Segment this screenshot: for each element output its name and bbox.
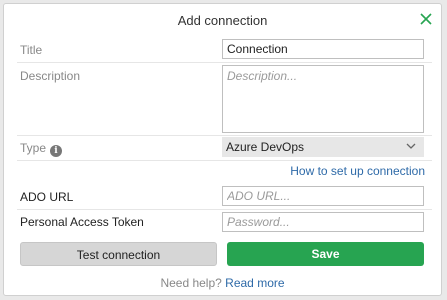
- dialog-header: Add connection: [4, 4, 441, 37]
- title-label: Title: [20, 43, 43, 57]
- ado-url-row: ADO URL: [17, 184, 432, 210]
- type-row: Type i Azure DevOps: [17, 135, 432, 161]
- type-select-value: Azure DevOps: [226, 140, 305, 154]
- save-button[interactable]: Save: [227, 242, 424, 266]
- ado-url-input[interactable]: [222, 186, 424, 206]
- setup-link-row: How to set up connection: [17, 164, 425, 180]
- setup-help-link[interactable]: How to set up connection: [290, 164, 425, 178]
- description-row: Description: [17, 62, 432, 136]
- description-input[interactable]: [222, 65, 424, 133]
- pat-input[interactable]: [222, 212, 424, 232]
- type-label-group: Type i: [20, 141, 63, 157]
- description-label: Description: [20, 69, 81, 83]
- pat-label: Personal Access Token: [20, 215, 144, 229]
- type-select[interactable]: Azure DevOps: [222, 137, 424, 157]
- add-connection-dialog: Add connection Title Description Typei A…: [3, 3, 442, 296]
- info-icon[interactable]: i: [50, 145, 63, 157]
- title-row: Title: [17, 37, 432, 63]
- ado-url-label: ADO URL: [20, 190, 74, 204]
- help-text: Need help?: [160, 276, 222, 290]
- test-connection-button[interactable]: Test connection: [20, 242, 217, 266]
- dialog-title: Add connection: [177, 13, 268, 28]
- close-icon[interactable]: [418, 11, 434, 27]
- help-footer: Need help? Read more: [4, 276, 441, 290]
- read-more-link[interactable]: Read more: [225, 276, 284, 290]
- type-label: Type: [20, 141, 47, 155]
- chevron-down-icon: [406, 143, 416, 149]
- title-input[interactable]: [222, 39, 424, 59]
- pat-row: Personal Access Token: [17, 209, 432, 234]
